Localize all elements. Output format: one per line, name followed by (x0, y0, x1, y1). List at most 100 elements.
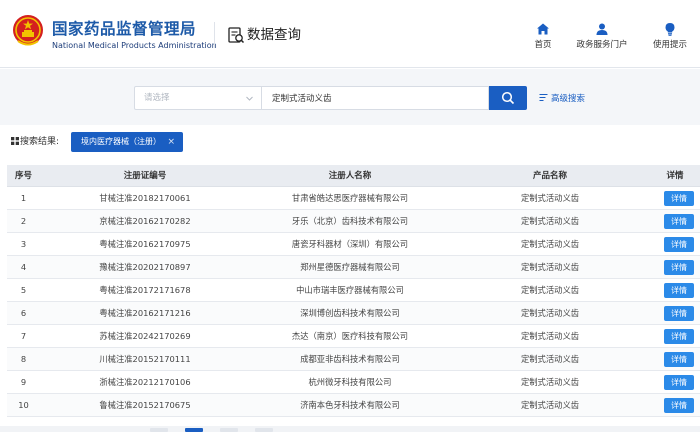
cell-registrant: 杭州微牙科技有限公司 (308, 377, 392, 387)
cell-product: 定制式活动义齿 (520, 262, 580, 272)
cell-index: 1 (20, 193, 27, 203)
cell-registrant: 中山市瑞丰医疗器械有限公司 (296, 285, 404, 295)
table-row: 10 鲁械注准20152170675 济南本色牙科技术有限公司 定制式活动义齿 详情 (7, 394, 700, 417)
category-select-placeholder: 请选择 (144, 93, 170, 103)
filter-tag-domestic-devices[interactable]: 境内医疗器械（注册） × (71, 132, 183, 152)
details-button[interactable]: 详情 (664, 306, 694, 321)
cell-index: 7 (20, 331, 27, 341)
details-button[interactable]: 详情 (664, 352, 694, 367)
cell-registrant: 成都亚非齿科技术有限公司 (300, 354, 400, 364)
cell-reg-no: 粤械注准20172171678 (99, 285, 191, 295)
cell-reg-no: 浙械注准20212170106 (99, 377, 191, 387)
pagination-button[interactable] (150, 428, 168, 432)
cell-reg-no: 川械注准20152170111 (99, 354, 191, 364)
cell-index: 9 (20, 377, 27, 387)
table-header: 序号 注册证编号 注册人名称 产品名称 详情 (7, 165, 700, 187)
site-header: 国家药品监督管理局 National Medical Products Admi… (0, 0, 700, 68)
column-header-reg-no: 注册证编号 (123, 171, 167, 181)
table-row: 5 粤械注准20172171678 中山市瑞丰医疗器械有限公司 定制式活动义齿 详情 (7, 279, 700, 302)
details-button[interactable]: 详情 (664, 214, 694, 229)
pagination-bar (0, 426, 700, 432)
nav-gov-services[interactable]: 政务服务门户 (570, 22, 634, 50)
lightbulb-icon (665, 23, 675, 36)
cell-product: 定制式活动义齿 (520, 216, 580, 226)
org-name-cn: 国家药品监督管理局 (52, 20, 197, 38)
cell-registrant: 甘肃省皓达思医疗器械有限公司 (291, 193, 409, 203)
cell-product: 定制式活动义齿 (520, 308, 580, 318)
table-row: 3 粤械注准20162170975 唐瓷牙科器材（深圳）有限公司 定制式活动义齿 详情 (7, 233, 700, 256)
details-button[interactable]: 详情 (664, 329, 694, 344)
nav-home-label: 首页 (534, 40, 552, 50)
cell-registrant: 深圳博创齿科技术有限公司 (300, 308, 400, 318)
details-button[interactable]: 详情 (664, 260, 694, 275)
nav-usage-tips[interactable]: 使用提示 (638, 22, 700, 50)
cell-index: 6 (20, 308, 27, 318)
advanced-search-label: 高级搜索 (551, 94, 586, 104)
details-button[interactable]: 详情 (664, 283, 694, 298)
nav-gov-services-label: 政务服务门户 (576, 40, 628, 50)
category-select[interactable]: 请选择 (134, 86, 262, 110)
filter-tag-label: 境内医疗器械（注册） (81, 137, 161, 146)
cell-reg-no: 甘械注准20182170061 (99, 193, 191, 203)
advanced-search-link[interactable]: 高级搜索 (539, 93, 585, 105)
cell-reg-no: 粤械注准20162170975 (99, 239, 191, 249)
table-row: 2 京械注准20162170282 牙乐（北京）齿科技术有限公司 定制式活动义齿 详情 (7, 210, 700, 233)
header-divider (214, 22, 215, 48)
grid-icon (11, 137, 19, 145)
cell-index: 5 (20, 285, 27, 295)
national-emblem-logo (13, 15, 43, 46)
filter-lines-icon (539, 94, 548, 101)
table-row: 8 川械注准20152170111 成都亚非齿科技术有限公司 定制式活动义齿 详情 (7, 348, 700, 371)
cell-registrant: 济南本色牙科技术有限公司 (300, 400, 400, 410)
table-row: 4 豫械注准20202170897 郑州星德医疗器械有限公司 定制式活动义齿 详情 (7, 256, 700, 279)
page-title: 数据查询 (247, 27, 301, 43)
results-table: 序号 注册证编号 注册人名称 产品名称 详情 1 甘械注准20182170061 甘… (7, 165, 700, 417)
table-row: 9 浙械注准20212170106 杭州微牙科技有限公司 定制式活动义齿 详情 (7, 371, 700, 394)
cell-registrant: 唐瓷牙科器材（深圳）有限公司 (291, 239, 409, 249)
pagination-button-current[interactable] (185, 428, 203, 432)
cell-registrant: 郑州星德医疗器械有限公司 (300, 262, 400, 272)
cell-product: 定制式活动义齿 (520, 331, 580, 341)
org-name-en: National Medical Products Administration (52, 41, 217, 50)
user-icon (596, 23, 608, 35)
cell-product: 定制式活动义齿 (520, 193, 580, 203)
cell-product: 定制式活动义齿 (520, 285, 580, 295)
table-row: 6 粤械注准20162171216 深圳博创齿科技术有限公司 定制式活动义齿 详情 (7, 302, 700, 325)
cell-reg-no: 豫械注准20202170897 (99, 262, 191, 272)
details-button[interactable]: 详情 (664, 237, 694, 252)
details-button[interactable]: 详情 (664, 375, 694, 390)
column-header-index: 序号 (14, 171, 32, 181)
data-query-icon (228, 27, 245, 44)
close-icon[interactable]: × (167, 132, 175, 152)
cell-index: 2 (20, 216, 27, 226)
cell-index: 10 (18, 400, 29, 410)
results-label-text: 搜索结果: (20, 137, 60, 147)
cell-index: 8 (20, 354, 27, 364)
cell-index: 3 (20, 239, 27, 249)
cell-product: 定制式活动义齿 (520, 354, 580, 364)
table-row: 1 甘械注准20182170061 甘肃省皓达思医疗器械有限公司 定制式活动义齿 详情 (7, 187, 700, 210)
cell-reg-no: 京械注准20162170282 (99, 216, 191, 226)
table-body: 1 甘械注准20182170061 甘肃省皓达思医疗器械有限公司 定制式活动义齿 详情 2… (7, 187, 700, 417)
cell-registrant: 杰达（南京）医疗科技有限公司 (291, 331, 409, 341)
chevron-down-icon (246, 96, 253, 101)
column-header-details: 详情 (666, 171, 684, 181)
home-icon (537, 23, 549, 35)
column-header-registrant: 注册人名称 (328, 171, 372, 181)
nav-home[interactable]: 首页 (511, 22, 575, 50)
details-button[interactable]: 详情 (664, 398, 694, 413)
column-header-product: 产品名称 (532, 171, 567, 181)
cell-index: 4 (20, 262, 27, 272)
pagination-button[interactable] (220, 428, 238, 432)
search-input[interactable] (262, 86, 489, 110)
cell-product: 定制式活动义齿 (520, 377, 580, 387)
pagination-button[interactable] (255, 428, 273, 432)
cell-registrant: 牙乐（北京）齿科技术有限公司 (291, 216, 409, 226)
cell-product: 定制式活动义齿 (520, 400, 580, 410)
table-row: 7 苏械注准20242170269 杰达（南京）医疗科技有限公司 定制式活动义齿 详情 (7, 325, 700, 348)
nav-usage-tips-label: 使用提示 (652, 40, 687, 50)
search-button[interactable] (489, 86, 527, 110)
cell-reg-no: 苏械注准20242170269 (99, 331, 191, 341)
cell-product: 定制式活动义齿 (520, 239, 580, 249)
details-button[interactable]: 详情 (664, 191, 694, 206)
